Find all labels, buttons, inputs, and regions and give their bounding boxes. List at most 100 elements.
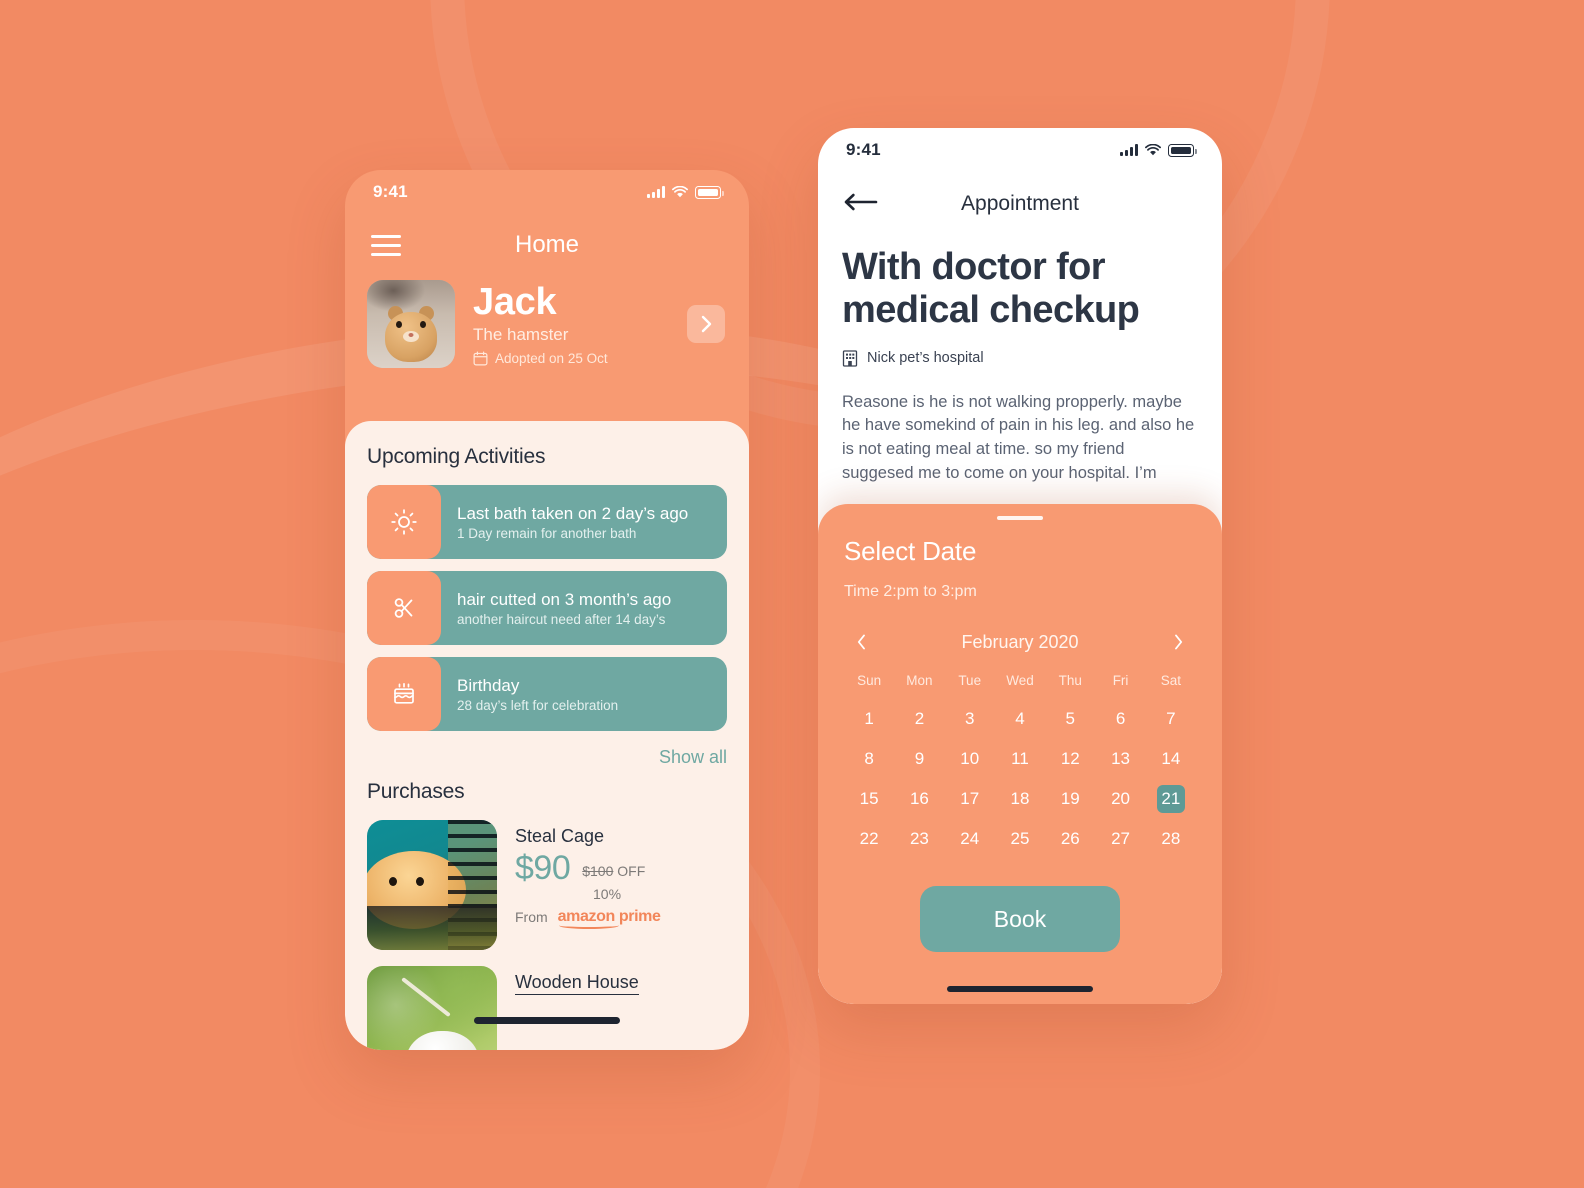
select-date-title: Select Date <box>844 536 977 566</box>
cellular-bars-icon <box>647 186 665 198</box>
hamburger-menu-icon[interactable] <box>371 234 401 256</box>
calendar-day[interactable]: 15 <box>844 784 894 814</box>
purchase-image-cage <box>367 820 497 950</box>
purchase-vendor-row: From amazon prime <box>515 908 727 929</box>
calendar-day[interactable]: 27 <box>1095 824 1145 854</box>
purchase-name: Wooden House <box>515 972 639 995</box>
scissors-icon <box>394 598 413 618</box>
activity-icon-wrap <box>367 657 441 731</box>
calendar-day[interactable]: 16 <box>894 784 944 814</box>
pet-detail-chevron-button[interactable] <box>687 305 725 343</box>
calendar-day[interactable]: 23 <box>894 824 944 854</box>
calendar-header: February 2020 <box>844 629 1196 655</box>
calendar-day[interactable]: 18 <box>995 784 1045 814</box>
chevron-right-icon <box>1175 634 1183 650</box>
purchase-off-label: OFF <box>617 863 646 879</box>
purchase-discount-meta: $100 OFF <box>582 861 645 885</box>
activities-title: Upcoming Activities <box>367 445 546 468</box>
calendar-weekday-label: Sun <box>857 673 882 688</box>
activity-row-bath[interactable]: Last bath taken on 2 day’s ago 1 Day rem… <box>367 485 727 559</box>
calendar-weekday-label: Wed <box>1006 673 1034 688</box>
sheet-grabber-handle[interactable] <box>997 516 1043 520</box>
pet-summary-row[interactable]: Jack The hamster Adopted on 25 Oct <box>345 266 749 368</box>
amazon-prime-logo: amazon prime <box>558 908 661 929</box>
calendar-grid: Sun Mon Tue Wed Thu Fri Sat 1 2 3 4 5 6 7 8 9 10 11 12 13 14… <box>844 673 1196 854</box>
activity-title: Birthday <box>457 675 520 695</box>
prime-wordmark: prime <box>618 908 661 925</box>
purchase-name-wrap: Wooden House <box>515 972 727 995</box>
activities-list: Last bath taken on 2 day’s ago 1 Day rem… <box>367 485 727 731</box>
calendar-day[interactable]: 19 <box>1045 784 1095 814</box>
calendar-day[interactable]: 10 <box>945 744 995 774</box>
activity-text: hair cutted on 3 month’s ago another hai… <box>441 571 727 645</box>
purchase-name: Steal Cage <box>515 826 605 846</box>
calendar-day[interactable]: 17 <box>945 784 995 814</box>
appointment-screen-phone: 9:41 Appointment With doctor for medical… <box>818 128 1222 1004</box>
calendar-day[interactable]: 3 <box>945 704 995 734</box>
activity-subtitle: 28 day’s left for celebration <box>457 698 619 714</box>
activity-icon-wrap <box>367 485 441 559</box>
purchase-info: Steal Cage $90 $100 OFF 10% From amazon … <box>515 820 727 929</box>
purchase-from-label: From <box>515 909 548 925</box>
calendar-day[interactable]: 8 <box>844 744 894 774</box>
calendar-day[interactable]: 28 <box>1146 824 1196 854</box>
pet-adopted-label: Adopted on 25 Oct <box>495 350 608 366</box>
book-button[interactable]: Book <box>920 886 1120 952</box>
calendar-day[interactable]: 25 <box>995 824 1045 854</box>
purchase-price-row: $90 $100 OFF <box>515 851 727 885</box>
appointment-place-row: Nick pet’s hospital <box>842 349 1198 367</box>
pet-adopted-row: Adopted on 25 Oct <box>473 351 669 366</box>
calendar-day[interactable]: 22 <box>844 824 894 854</box>
calendar-day[interactable]: 7 <box>1146 704 1196 734</box>
purchase-price: $90 <box>515 849 571 887</box>
calendar-prev-month-button[interactable] <box>848 629 874 655</box>
cake-icon <box>394 682 414 704</box>
calendar-day-selected[interactable]: 21 <box>1146 784 1196 814</box>
calendar-day[interactable]: 9 <box>894 744 944 774</box>
calendar-day[interactable]: 13 <box>1095 744 1145 774</box>
status-bar-icons <box>1120 143 1197 157</box>
purchase-old-price: $100 <box>582 863 614 879</box>
calendar-icon <box>473 351 488 366</box>
calendar-day[interactable]: 4 <box>995 704 1045 734</box>
calendar-day[interactable]: 5 <box>1045 704 1095 734</box>
purchase-image-house <box>367 966 497 1050</box>
show-all-row: Show all <box>367 747 727 768</box>
pet-info: Jack The hamster Adopted on 25 Oct <box>473 282 669 366</box>
wifi-icon <box>672 186 688 198</box>
calendar-day[interactable]: 26 <box>1045 824 1095 854</box>
calendar-weekday-label: Sat <box>1160 673 1181 688</box>
battery-icon <box>695 185 724 199</box>
calendar-day[interactable]: 12 <box>1045 744 1095 774</box>
activity-subtitle: 1 Day remain for another bath <box>457 526 637 542</box>
calendar-day[interactable]: 1 <box>844 704 894 734</box>
appointment-description: Reasone is he is not walking propperly. … <box>842 392 1195 482</box>
purchase-row-steal-cage[interactable]: Steal Cage $90 $100 OFF 10% From amazon … <box>367 820 727 950</box>
activity-title: hair cutted on 3 month’s ago <box>457 589 672 609</box>
pet-subtitle: The hamster <box>473 324 569 344</box>
calendar-day[interactable]: 14 <box>1146 744 1196 774</box>
purchase-row-wooden-house[interactable]: Wooden House <box>367 966 727 1050</box>
wifi-icon <box>1145 144 1161 156</box>
hospital-building-icon <box>842 349 858 367</box>
activity-row-birthday[interactable]: Birthday 28 day’s left for celebration <box>367 657 727 731</box>
back-button[interactable] <box>844 193 878 216</box>
purchase-discount-percent: 10% <box>593 886 622 902</box>
calendar-next-month-button[interactable] <box>1166 629 1192 655</box>
page-title: Home <box>514 231 580 258</box>
activity-title: Last bath taken on 2 day’s ago <box>457 503 689 523</box>
calendar-day[interactable]: 24 <box>945 824 995 854</box>
cellular-bars-icon <box>1120 144 1138 156</box>
back-arrow-icon <box>844 193 878 210</box>
calendar-day[interactable]: 20 <box>1095 784 1145 814</box>
home-indicator <box>947 986 1093 992</box>
activity-row-haircut[interactable]: hair cutted on 3 month’s ago another hai… <box>367 571 727 645</box>
calendar-day[interactable]: 2 <box>894 704 944 734</box>
show-all-link[interactable]: Show all <box>659 747 727 768</box>
calendar-day[interactable]: 6 <box>1095 704 1145 734</box>
status-bar-icons <box>647 185 724 199</box>
chevron-right-icon <box>701 315 711 333</box>
calendar-day[interactable]: 11 <box>995 744 1045 774</box>
calendar-weekday-label: Mon <box>906 673 933 688</box>
battery-icon <box>1168 143 1197 157</box>
